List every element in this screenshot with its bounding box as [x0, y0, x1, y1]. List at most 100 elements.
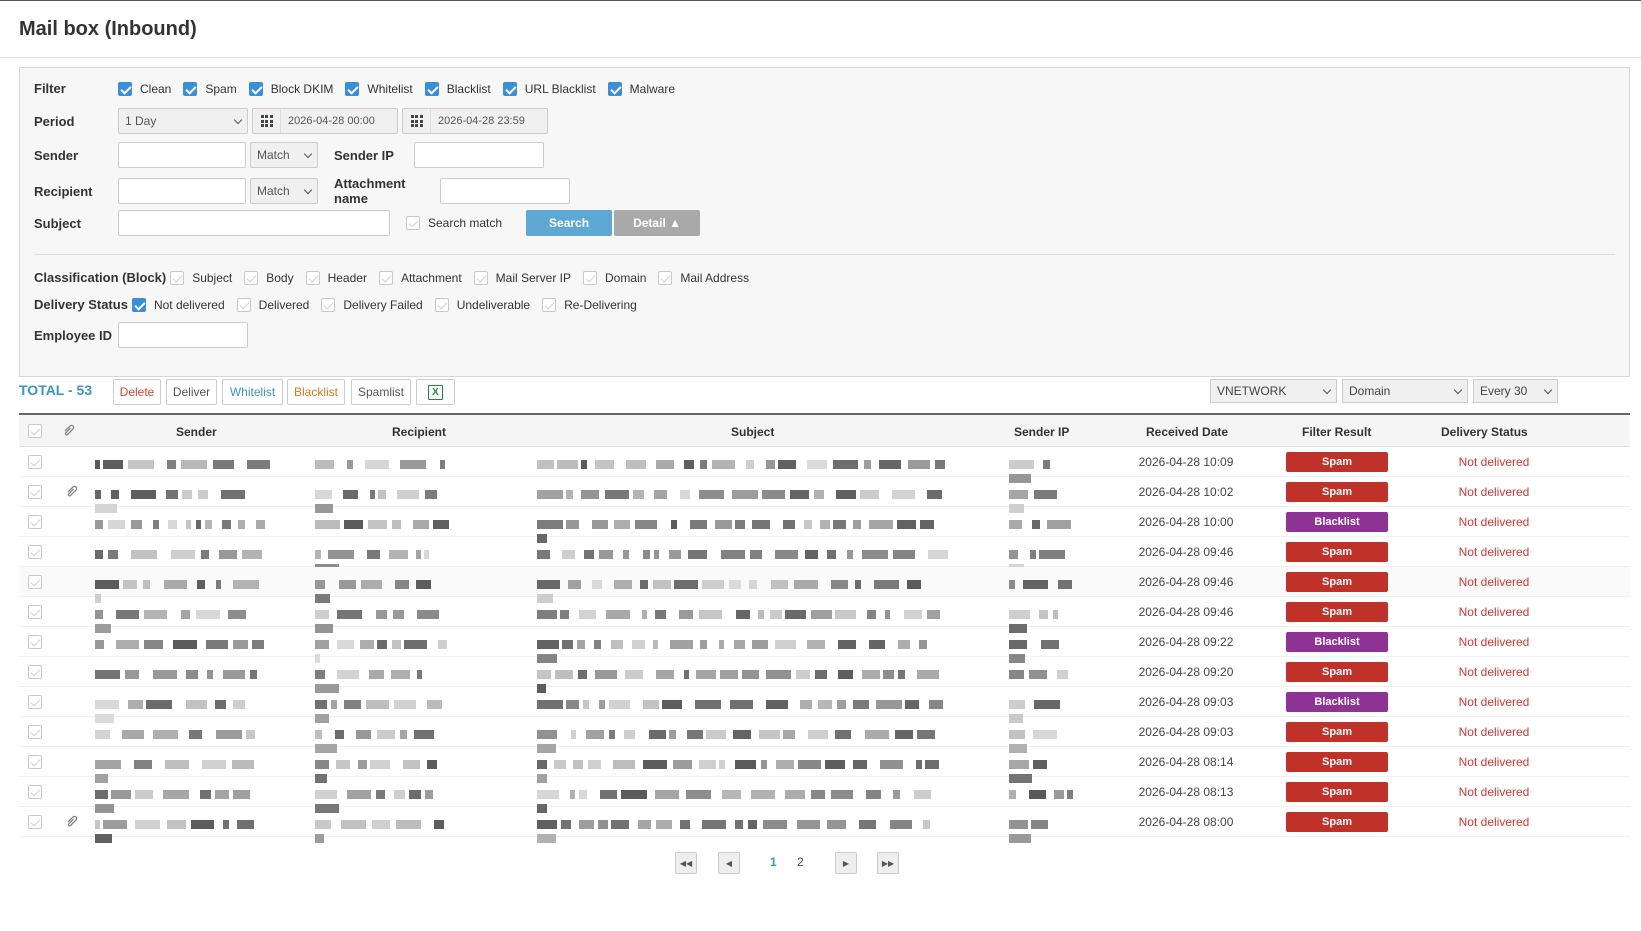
col-delivery-status[interactable]: Delivery Status: [1441, 425, 1528, 439]
attachment-input[interactable]: [440, 178, 570, 204]
col-recipient[interactable]: Recipient: [392, 425, 446, 439]
table-row[interactable]: 2026-04-28 09:22 Blacklist Not delivered: [19, 627, 1630, 663]
col-filter-result[interactable]: Filter Result: [1302, 425, 1371, 439]
col-sender[interactable]: Sender: [176, 425, 217, 439]
col-received-date[interactable]: Received Date: [1146, 425, 1228, 439]
filter-option[interactable]: Whitelist: [345, 81, 413, 96]
date-to-input[interactable]: 2026-04-28 23:59: [402, 108, 548, 134]
filter-option[interactable]: Malware: [607, 81, 675, 96]
company-select[interactable]: VNETWORK: [1210, 379, 1337, 403]
row-checkbox[interactable]: [28, 575, 50, 592]
row-checkbox[interactable]: [28, 665, 50, 682]
row-checkbox[interactable]: [28, 635, 50, 652]
delivery-option[interactable]: Undeliverable: [434, 297, 530, 312]
sender-match-select[interactable]: Match: [250, 142, 318, 168]
filter-checkbox[interactable]: [248, 81, 263, 96]
first-page-button[interactable]: ◀◀: [675, 852, 697, 874]
table-row[interactable]: 2026-04-28 10:02 Spam Not delivered: [19, 477, 1630, 513]
subject-input[interactable]: [118, 210, 390, 236]
search-button[interactable]: Search: [526, 210, 613, 236]
row-checkbox[interactable]: [28, 725, 50, 742]
filter-checkbox[interactable]: [607, 81, 622, 96]
last-page-button[interactable]: ▶▶: [877, 852, 899, 874]
col-sender-ip[interactable]: Sender IP: [1014, 425, 1069, 439]
table-row[interactable]: 2026-04-28 09:46 Spam Not delivered: [19, 567, 1630, 603]
classification-option[interactable]: Mail Server IP: [473, 270, 571, 285]
classification-checkbox[interactable]: [658, 270, 673, 285]
classification-checkbox[interactable]: [583, 270, 598, 285]
scope-select[interactable]: Domain: [1342, 379, 1468, 403]
classification-option[interactable]: Attachment: [378, 270, 462, 285]
delivery-checkbox[interactable]: [542, 297, 557, 312]
row-checkbox[interactable]: [28, 755, 50, 772]
table-row[interactable]: 2026-04-28 08:00 Spam Not delivered: [19, 807, 1630, 843]
filter-checkbox[interactable]: [118, 81, 132, 96]
recipient-input[interactable]: [118, 178, 246, 204]
employee-input[interactable]: [118, 322, 248, 348]
delivery-checkbox[interactable]: [321, 297, 336, 312]
next-page-button[interactable]: ▶: [835, 852, 857, 874]
col-subject[interactable]: Subject: [731, 425, 774, 439]
filter-option[interactable]: Clean: [118, 81, 171, 96]
delivery-option[interactable]: Delivery Failed: [321, 297, 423, 312]
row-checkbox[interactable]: [28, 545, 50, 562]
classification-checkbox[interactable]: [378, 270, 393, 285]
row-checkbox[interactable]: [28, 455, 50, 472]
table-row[interactable]: 2026-04-28 10:00 Blacklist Not delivered: [19, 507, 1630, 543]
delivery-option[interactable]: Not delivered: [131, 297, 225, 312]
table-row[interactable]: 2026-04-28 09:46 Spam Not delivered: [19, 597, 1630, 633]
row-checkbox[interactable]: [28, 785, 50, 802]
classification-option[interactable]: Domain: [583, 270, 646, 285]
page-2[interactable]: 2: [797, 855, 804, 869]
row-checkbox[interactable]: [28, 605, 50, 622]
filter-checkbox[interactable]: [424, 81, 439, 96]
filter-option[interactable]: Blacklist: [424, 81, 491, 96]
calendar-icon[interactable]: [253, 109, 281, 133]
recipient-match-select[interactable]: Match: [250, 178, 318, 204]
page-1[interactable]: 1: [770, 855, 777, 869]
classification-option[interactable]: Header: [305, 270, 367, 285]
classification-option[interactable]: Body: [244, 270, 294, 285]
filter-checkbox[interactable]: [345, 81, 360, 96]
row-checkbox[interactable]: [28, 515, 50, 532]
detail-button[interactable]: Detail ▲: [614, 210, 701, 236]
classification-checkbox[interactable]: [305, 270, 320, 285]
date-from-input[interactable]: 2026-04-28 00:00: [252, 108, 398, 134]
delivery-option[interactable]: Delivered: [236, 297, 309, 312]
sender-input[interactable]: [118, 142, 246, 168]
table-row[interactable]: 2026-04-28 09:03 Spam Not delivered: [19, 717, 1630, 753]
delete-button[interactable]: Delete: [113, 379, 161, 405]
refresh-select[interactable]: Every 30: [1473, 379, 1558, 403]
sender-ip-input[interactable]: [414, 142, 544, 168]
table-row[interactable]: 2026-04-28 08:13 Spam Not delivered: [19, 777, 1630, 813]
calendar-icon[interactable]: [403, 109, 431, 133]
filter-option[interactable]: Spam: [183, 81, 237, 96]
row-checkbox[interactable]: [28, 695, 50, 712]
prev-page-button[interactable]: ◀: [718, 852, 740, 874]
excel-export-button[interactable]: X: [416, 379, 455, 405]
filter-checkbox[interactable]: [183, 81, 198, 96]
row-checkbox[interactable]: [28, 815, 50, 832]
table-row[interactable]: 2026-04-28 08:14 Spam Not delivered: [19, 747, 1630, 783]
whitelist-button[interactable]: Whitelist: [222, 379, 283, 405]
table-row[interactable]: 2026-04-28 09:46 Spam Not delivered: [19, 537, 1630, 573]
classification-option[interactable]: Mail Address: [658, 270, 749, 285]
delivery-checkbox[interactable]: [434, 297, 449, 312]
delivery-option[interactable]: Re-Delivering: [542, 297, 637, 312]
deliver-button[interactable]: Deliver: [166, 379, 217, 405]
classification-checkbox[interactable]: [473, 270, 488, 285]
delivery-checkbox[interactable]: [131, 297, 146, 312]
search-match-checkbox[interactable]: Search match: [406, 216, 502, 230]
spamlist-button[interactable]: Spamlist: [351, 379, 411, 405]
select-all-checkbox[interactable]: [28, 424, 50, 441]
filter-option[interactable]: URL Blacklist: [502, 81, 596, 96]
filter-option[interactable]: Block DKIM: [248, 81, 333, 96]
filter-checkbox[interactable]: [502, 81, 517, 96]
blacklist-button[interactable]: Blacklist: [287, 379, 345, 405]
period-select[interactable]: 1 Day: [118, 108, 248, 134]
table-row[interactable]: 2026-04-28 10:09 Spam Not delivered: [19, 447, 1630, 483]
search-match-box[interactable]: [406, 216, 420, 230]
table-row[interactable]: 2026-04-28 09:20 Spam Not delivered: [19, 657, 1630, 693]
classification-checkbox[interactable]: [170, 270, 185, 285]
classification-option[interactable]: Subject: [170, 270, 232, 285]
